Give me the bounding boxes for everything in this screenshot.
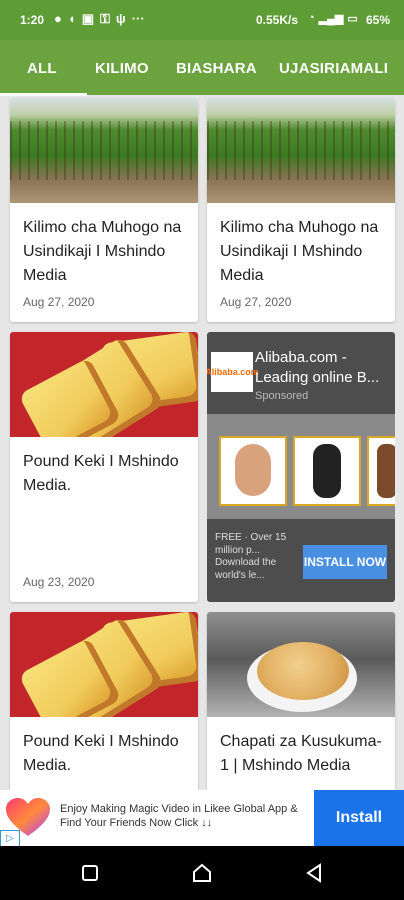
notification-icons: ● ◖ ▣ ⚿ ψ ··· [54, 11, 145, 27]
post-feed[interactable]: Kilimo cha Muhogo na Usindikaji I Mshind… [0, 95, 404, 790]
ad-product-image [367, 436, 395, 506]
sponsored-label: Sponsored [255, 390, 309, 402]
key-icon: ⚿ [100, 11, 110, 26]
post-title: Pound Keki I Mshindo Media. [23, 733, 179, 774]
sponsored-ad-card[interactable]: Alibaba.com Alibaba.com - Leading online… [207, 332, 395, 602]
post-image [207, 98, 395, 203]
wifi-icon: ◔ [308, 12, 315, 24]
signal-icon: ▂▄▆ [318, 13, 344, 25]
ad-product-images[interactable] [207, 414, 395, 519]
status-icons: ◔ ▂▄▆ ▭ [308, 12, 358, 25]
post-date: Aug 23, 2020 [23, 575, 95, 589]
status-time: 1:20 [20, 13, 45, 27]
post-date: Aug 27, 2020 [220, 295, 292, 309]
post-card[interactable]: Kilimo cha Muhogo na Usindikaji I Mshind… [10, 98, 198, 322]
network-speed: 0.55K/s [256, 13, 299, 27]
ad-install-button[interactable]: INSTALL NOW [303, 545, 387, 579]
post-title: Chapati za Kusukuma-1 | Mshindo Media [220, 733, 382, 774]
ad-product-image [219, 436, 287, 506]
home-icon[interactable] [189, 860, 215, 886]
post-image [207, 612, 395, 717]
status-bar: 1:20 ● ◖ ▣ ⚿ ψ ··· 0.55K/s ◔ ▂▄▆ ▭ 65% [0, 0, 404, 40]
post-title: Kilimo cha Muhogo na Usindikaji I Mshind… [23, 219, 182, 284]
battery-icon: ▭ [347, 13, 358, 25]
post-image [10, 332, 198, 437]
system-nav-bar [0, 846, 404, 900]
ad-product-image [293, 436, 361, 506]
post-image [10, 98, 198, 203]
ad-description: FREE · Over 15 million p... Download the… [215, 532, 287, 581]
post-image [10, 612, 198, 717]
tab-all[interactable]: ALL [0, 60, 87, 96]
tab-kilimo[interactable]: KILIMO [95, 60, 149, 77]
post-card[interactable]: Pound Keki I Mshindo Media. [10, 612, 198, 790]
chat-icon: ◖ [67, 11, 76, 26]
recents-icon[interactable] [77, 860, 103, 886]
banner-ad-text: Enjoy Making Magic Video in Likee Global… [60, 803, 298, 829]
banner-ad[interactable]: Enjoy Making Magic Video in Likee Global… [0, 790, 404, 848]
back-icon[interactable] [301, 860, 327, 886]
ad-title[interactable]: Alibaba.com - Leading online B... [255, 348, 393, 388]
advertiser-logo: Alibaba.com [207, 352, 259, 392]
post-title: Pound Keki I Mshindo Media. [23, 453, 179, 494]
more-icon: ··· [131, 11, 145, 26]
post-title: Kilimo cha Muhogo na Usindikaji I Mshind… [220, 219, 379, 284]
post-date: Aug 27, 2020 [23, 295, 95, 309]
circle-icon: ● [54, 11, 62, 26]
post-card[interactable]: Kilimo cha Muhogo na Usindikaji I Mshind… [207, 98, 395, 322]
tab-ujasiriamali[interactable]: UJASIRIAMALI [279, 60, 388, 77]
post-card[interactable]: Chapati za Kusukuma-1 | Mshindo Media [207, 612, 395, 790]
post-card[interactable]: Pound Keki I Mshindo Media. Aug 23, 2020 [10, 332, 198, 602]
banner-install-button[interactable]: Install [314, 790, 404, 846]
image-icon: ▣ [81, 11, 95, 26]
tab-biashara[interactable]: BIASHARA [176, 60, 257, 77]
category-tabs: ALL KILIMO BIASHARA UJASIRIAMALI [0, 40, 404, 96]
usb-icon: ψ [115, 11, 126, 26]
battery-percent: 65% [366, 13, 391, 27]
